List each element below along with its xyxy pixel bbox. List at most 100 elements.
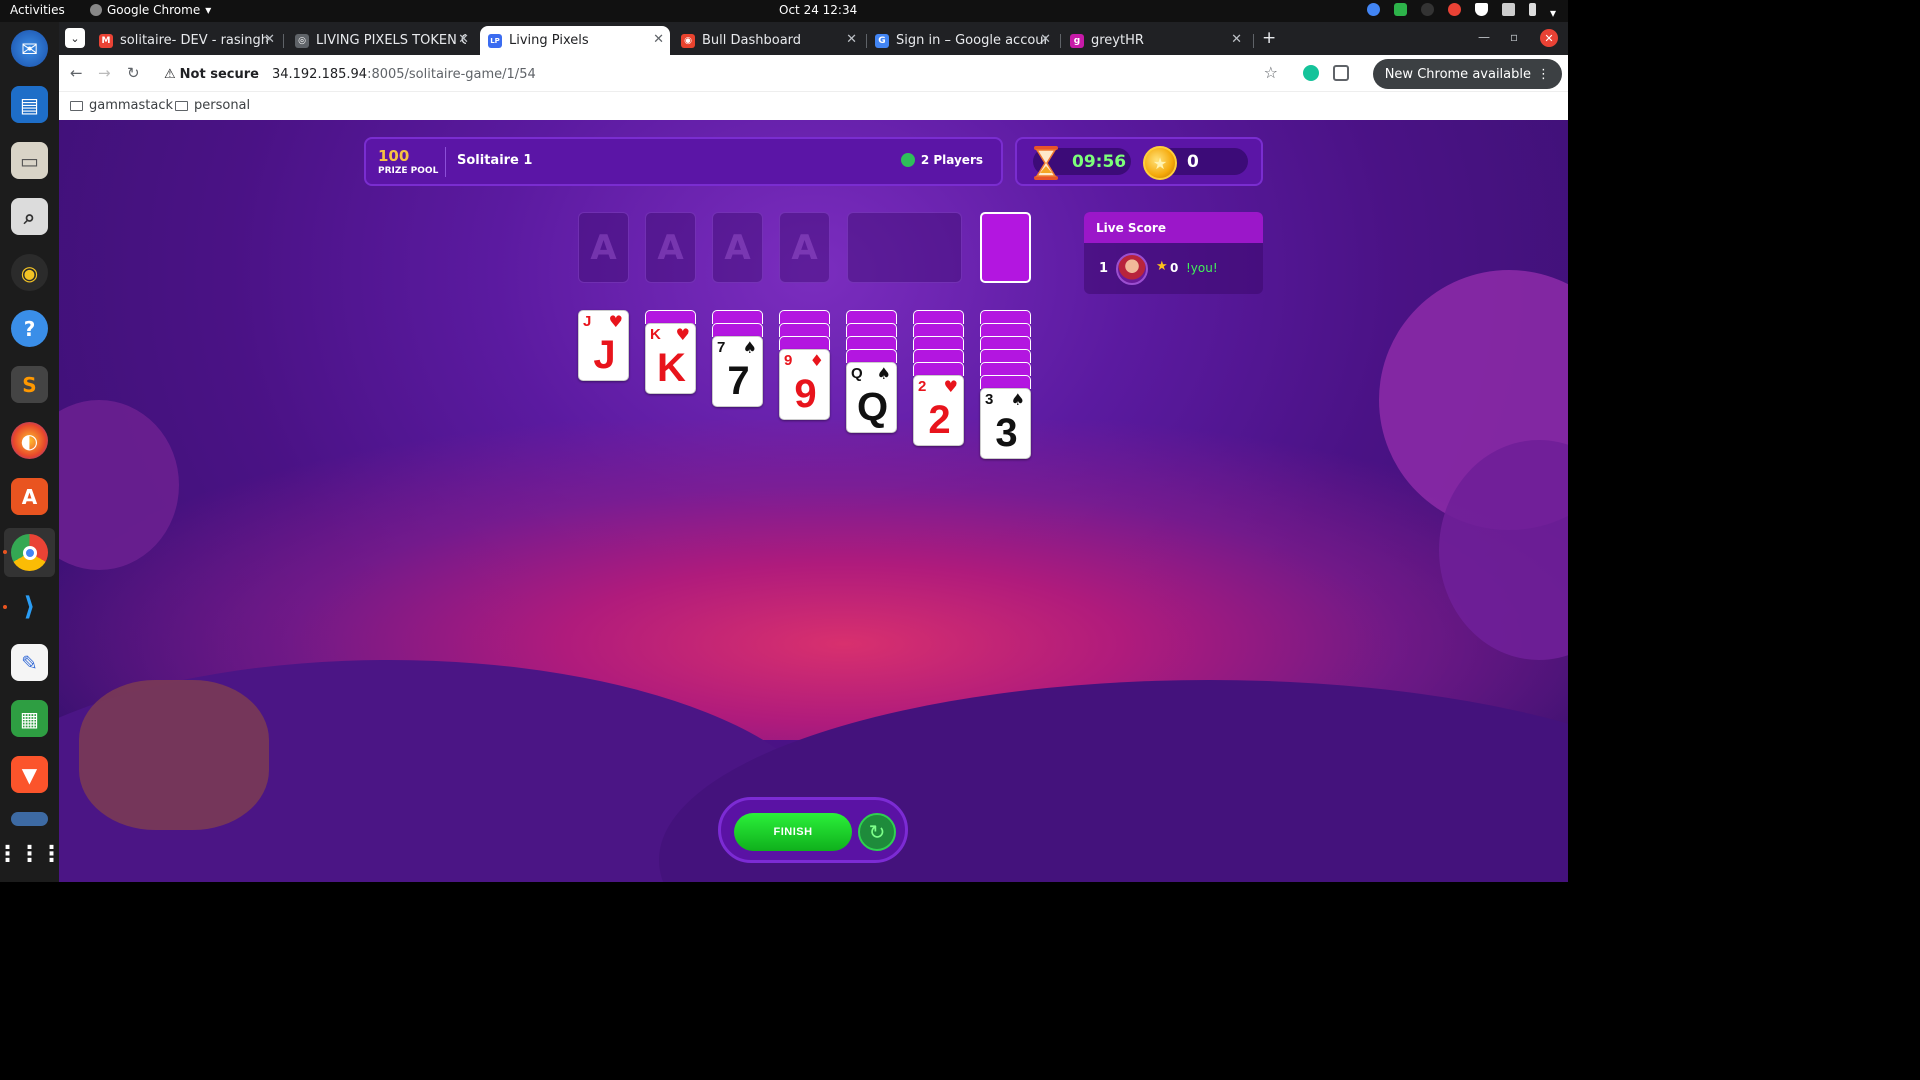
playing-card[interactable]: 9 ♦ 9 (779, 349, 830, 420)
face-down-card[interactable] (779, 336, 830, 350)
tab-divider (1060, 34, 1061, 48)
bookmark-folder-personal[interactable]: personal (175, 98, 250, 113)
chrome-tray-icon-2[interactable] (1448, 3, 1461, 16)
restore-icon[interactable]: ▫ (1510, 30, 1518, 44)
security-indicator[interactable]: ⚠ Not secure (164, 67, 259, 82)
search-icon[interactable]: ⌕ (11, 198, 48, 235)
undo-icon[interactable]: ↻ (858, 813, 896, 851)
forward-icon[interactable]: → (98, 64, 111, 82)
back-icon[interactable]: ← (70, 64, 83, 82)
text-editor-icon[interactable]: ✎ (11, 644, 48, 681)
face-down-card[interactable] (913, 349, 964, 363)
app-menu[interactable]: Google Chrome ▾ (90, 3, 211, 17)
face-down-card[interactable] (913, 310, 964, 324)
close-tab-icon[interactable]: ✕ (264, 32, 275, 47)
tab-label: Sign in – Google account (896, 33, 1046, 48)
brave-icon[interactable]: ▼ (11, 756, 48, 793)
tab-greythr[interactable]: g greytHR ✕ (1062, 26, 1248, 55)
new-tab-icon[interactable]: + (1262, 28, 1276, 48)
face-down-card[interactable] (980, 323, 1031, 337)
bookmark-folder-gammastack[interactable]: gammastack (70, 98, 173, 113)
foundation-slot[interactable]: A (712, 212, 763, 283)
tab-solitaire-dev[interactable]: M solitaire- DEV - rasingh@ ✕ (91, 26, 281, 55)
help-icon[interactable]: ? (11, 310, 48, 347)
activities-button[interactable]: Activities (10, 3, 65, 17)
tab-living-pixels-token[interactable]: ◎ LIVING PIXELS TOKEN G ✕ (287, 26, 475, 55)
rhythmbox-icon[interactable]: ◉ (11, 254, 48, 291)
close-window-icon[interactable]: ✕ (1540, 29, 1558, 47)
wifi-icon[interactable] (1475, 3, 1488, 16)
tab-label: Living Pixels (509, 33, 589, 48)
show-apps-icon[interactable]: ⋮⋮⋮ (0, 836, 63, 873)
firefox-icon[interactable]: ◐ (11, 422, 48, 459)
face-down-card[interactable] (779, 310, 830, 324)
close-tab-icon[interactable]: ✕ (1040, 32, 1051, 47)
tab-google-sign-in[interactable]: G Sign in – Google account ✕ (867, 26, 1057, 55)
extensions-icon[interactable] (1333, 65, 1349, 81)
foundation-slot[interactable]: A (578, 212, 629, 283)
check-tray-icon[interactable] (1394, 3, 1407, 16)
foundation-slot[interactable]: A (645, 212, 696, 283)
battery-icon[interactable] (1529, 3, 1536, 16)
face-down-card[interactable] (913, 362, 964, 376)
clock[interactable]: Oct 24 12:34 (779, 3, 857, 17)
new-chrome-available-button[interactable]: New Chrome available ⋮ (1372, 59, 1562, 89)
face-down-card[interactable] (980, 336, 1031, 350)
vscode-icon[interactable]: ⟩ (11, 588, 48, 625)
grammarly-icon[interactable] (1303, 65, 1319, 81)
tab-bull-dashboard[interactable]: ◉ Bull Dashboard ✕ (673, 26, 863, 55)
appcenter-icon[interactable]: A (11, 478, 48, 515)
volume-icon[interactable] (1502, 3, 1515, 16)
playing-card[interactable]: Q ♠ Q (846, 362, 897, 433)
minimize-icon[interactable]: — (1478, 30, 1490, 44)
close-tab-icon[interactable]: ✕ (458, 32, 469, 47)
power-tray-icon[interactable] (1421, 3, 1434, 16)
tab-living-pixels[interactable]: LP Living Pixels ✕ (480, 26, 670, 55)
system-menu-caret-icon[interactable]: ▾ (1550, 6, 1558, 20)
calc-icon[interactable]: ▦ (11, 700, 48, 737)
reload-icon[interactable]: ↻ (127, 64, 140, 82)
face-down-card[interactable] (980, 375, 1031, 389)
playing-card[interactable]: 3 ♠ 3 (980, 388, 1031, 459)
close-tab-icon[interactable]: ✕ (653, 32, 664, 47)
writer-icon[interactable]: ▤ (11, 86, 48, 123)
playing-card[interactable]: J ♥ J (578, 310, 629, 381)
playing-card[interactable]: K ♥ K (645, 323, 696, 394)
close-tab-icon[interactable]: ✕ (1231, 32, 1242, 47)
system-tray[interactable]: ▾ (1367, 3, 1558, 20)
face-down-card[interactable] (913, 323, 964, 337)
close-tab-icon[interactable]: ✕ (846, 32, 857, 47)
folder-icon (175, 100, 188, 111)
finish-button[interactable]: FINISH (734, 813, 852, 851)
live-score-panel: Live Score 1 ★ 0 !you! (1084, 212, 1263, 294)
face-down-card[interactable] (712, 323, 763, 337)
foundation-slot[interactable]: A (779, 212, 830, 283)
face-down-card[interactable] (980, 349, 1031, 363)
playing-card[interactable]: 2 ♥ 2 (913, 375, 964, 446)
face-down-card[interactable] (846, 323, 897, 337)
bookmark-star-icon[interactable]: ☆ (1264, 63, 1278, 82)
face-down-card[interactable] (980, 362, 1031, 376)
chrome-tray-icon[interactable] (1367, 3, 1380, 16)
face-down-card[interactable] (846, 310, 897, 324)
tab-search-button[interactable]: ⌄ (65, 28, 85, 48)
face-down-card[interactable] (779, 323, 830, 337)
thunderbird-icon[interactable]: ✉ (11, 30, 48, 67)
sublime-icon[interactable]: S (11, 366, 48, 403)
face-down-card[interactable] (846, 349, 897, 363)
stock-pile[interactable] (980, 212, 1031, 283)
remmina-icon[interactable] (11, 812, 48, 826)
address-bar[interactable]: ⚠ Not secure 34.192.185.94 :8005/solitai… (158, 59, 1294, 89)
playing-card[interactable]: 7 ♠ 7 (712, 336, 763, 407)
url-path: :8005/solitaire-game/1/54 (367, 66, 536, 82)
face-down-card[interactable] (980, 310, 1031, 324)
face-down-card[interactable] (846, 336, 897, 350)
waste-pile[interactable] (847, 212, 962, 283)
new-chrome-label: New Chrome available (1384, 66, 1531, 82)
chrome-icon[interactable] (11, 534, 48, 571)
card-suit-icon: ♥ (675, 325, 690, 344)
face-down-card[interactable] (712, 310, 763, 324)
face-down-card[interactable] (913, 336, 964, 350)
files-icon[interactable]: ▭ (11, 142, 48, 179)
face-down-card[interactable] (645, 310, 696, 324)
